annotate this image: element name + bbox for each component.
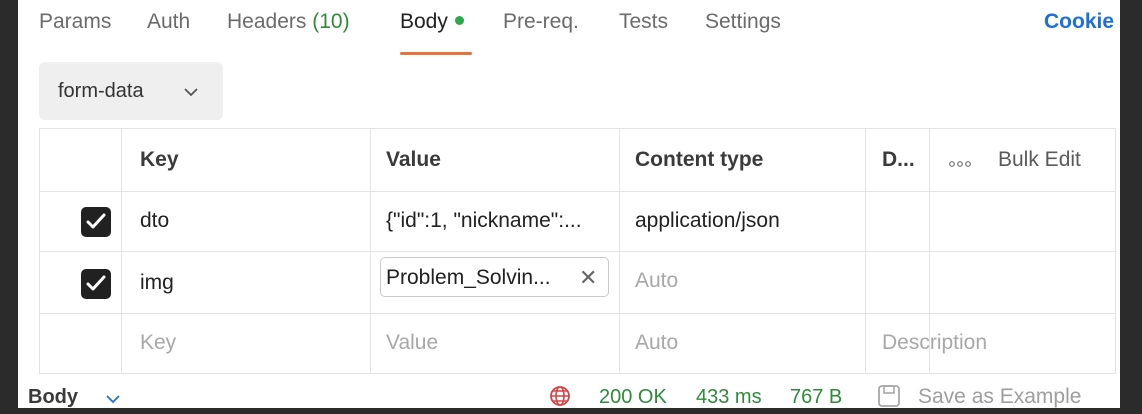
response-time[interactable]: 433 ms [696, 386, 762, 408]
tab-body[interactable]: Body [400, 10, 464, 40]
chevron-down-icon [184, 84, 198, 102]
status-code[interactable]: 200 OK [599, 386, 667, 408]
remove-file-icon[interactable]: ✕ [579, 265, 597, 291]
save-icon [875, 382, 903, 408]
body-type-label: form-data [58, 80, 144, 102]
headers-count: (10) [312, 10, 350, 33]
request-panel: Params Auth Headers (10) Body Pre-req. T… [18, 0, 1120, 408]
new-description-input[interactable]: Description [882, 331, 987, 355]
bulk-edit-button[interactable]: Bulk Edit [998, 148, 1081, 172]
more-options-icon[interactable] [949, 155, 973, 173]
file-chip[interactable]: Problem_Solvin... ✕ [380, 257, 609, 297]
column-header-key: Key [140, 148, 179, 171]
row-key[interactable]: img [140, 271, 174, 295]
active-tab-indicator [400, 52, 472, 55]
column-header-description[interactable]: D... [882, 148, 915, 172]
tab-settings[interactable]: Settings [705, 10, 781, 40]
response-size[interactable]: 767 B [790, 386, 842, 408]
body-active-dot [454, 15, 464, 25]
row-content-type-input[interactable]: Auto [635, 269, 678, 293]
row-key[interactable]: dto [140, 209, 169, 233]
cookies-link[interactable]: Cookie [1044, 10, 1114, 34]
form-data-table: Key Value Content type D... Bulk Edit dt… [39, 128, 1116, 374]
new-value-input[interactable]: Value [386, 331, 438, 355]
chevron-down-icon[interactable] [106, 391, 120, 408]
tab-pre-request[interactable]: Pre-req. [503, 10, 579, 40]
row-content-type[interactable]: application/json [635, 209, 780, 233]
tab-tests[interactable]: Tests [619, 10, 668, 40]
new-content-type-input[interactable]: Auto [635, 331, 678, 355]
tab-headers[interactable]: Headers (10) [227, 10, 350, 40]
new-key-input[interactable]: Key [140, 331, 176, 355]
tab-auth[interactable]: Auth [147, 10, 190, 40]
response-body-dropdown[interactable]: Body [28, 386, 78, 408]
column-header-content-type: Content type [635, 148, 764, 171]
window-edge [1120, 0, 1142, 414]
response-bar: Body 200 OK 433 ms 767 B Save as Example [18, 380, 1120, 408]
tab-params[interactable]: Params [39, 10, 111, 40]
globe-icon[interactable] [548, 384, 574, 408]
file-name: Problem_Solvin... [386, 266, 551, 289]
save-as-example-button[interactable]: Save as Example [918, 385, 1081, 408]
body-type-dropdown[interactable]: form-data [39, 62, 223, 120]
row-checkbox-img[interactable] [81, 269, 111, 299]
column-header-value: Value [386, 148, 441, 171]
row-checkbox-dto[interactable] [81, 207, 111, 237]
request-tabs: Params Auth Headers (10) Body Pre-req. T… [18, 0, 1120, 56]
row-value[interactable]: {"id":1, "nickname":... [386, 209, 582, 233]
